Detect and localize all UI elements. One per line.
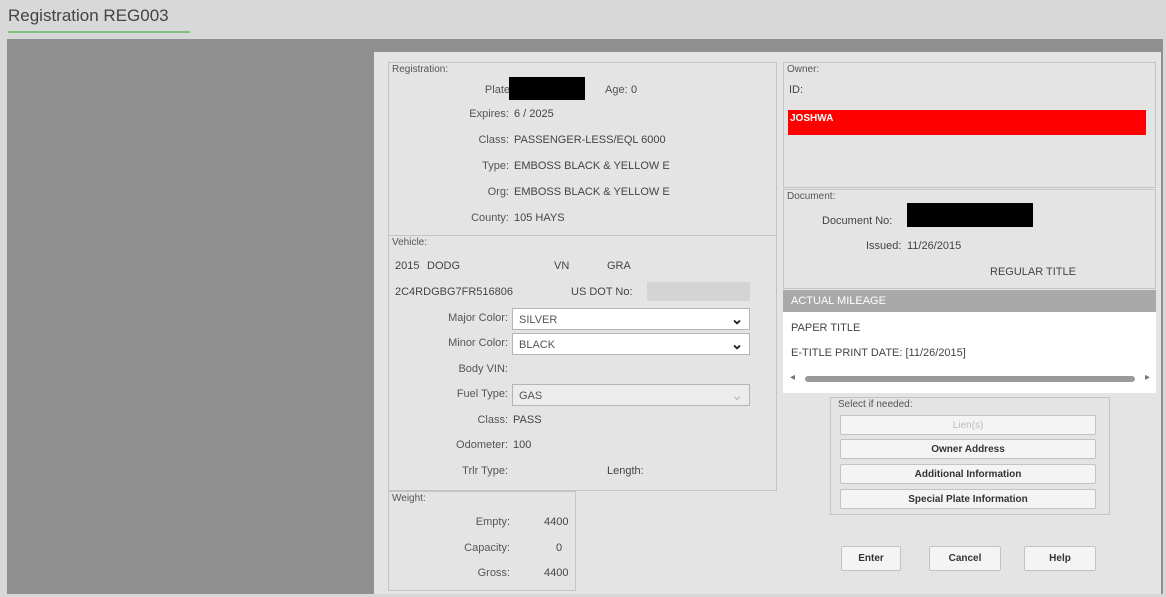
fuel-type-select: GAS ⌄	[512, 384, 750, 406]
additional-information-button[interactable]: Additional Information	[840, 464, 1096, 484]
scrollbar-thumb[interactable]	[805, 376, 1135, 382]
vehicle-group: Vehicle: 2015 DODG VN GRA 2C4RDGBG7FR516…	[388, 235, 777, 491]
vehicle-model: GRA	[607, 260, 631, 272]
expires-value: 6 / 2025	[514, 108, 554, 120]
chevron-down-icon[interactable]: ⌄	[725, 334, 749, 354]
issued-label: Issued:	[866, 240, 902, 252]
owner-group: Owner: ID: JOSHWA	[783, 62, 1156, 188]
org-label: Org:	[487, 186, 509, 198]
registration-legend: Registration:	[392, 64, 449, 75]
horizontal-scrollbar[interactable]: ◂ ▸	[783, 372, 1156, 386]
empty-label: Empty:	[475, 516, 510, 528]
owner-legend: Owner:	[787, 64, 820, 75]
type-value: EMBOSS BLACK & YELLOW E	[514, 160, 670, 172]
registration-dialog: Registration: Plate Age: 0 Expires: 6 / …	[374, 52, 1161, 594]
fuel-type-label: Fuel Type:	[456, 388, 508, 400]
title-underline	[8, 31, 190, 33]
capacity-label: Capacity:	[464, 542, 510, 554]
type-label: Type:	[482, 160, 509, 172]
remarks-list[interactable]: ACTUAL MILEAGE PAPER TITLE E-TITLE PRINT…	[783, 290, 1156, 393]
plate-value-redacted	[509, 77, 585, 100]
vehicle-year: 2015	[395, 260, 420, 272]
vehicle-make: DODG	[427, 260, 460, 272]
length-label: Length:	[607, 465, 644, 477]
document-no-redacted	[907, 203, 1033, 227]
chevron-down-icon[interactable]: ⌄	[725, 309, 749, 329]
chevron-down-icon: ⌄	[730, 387, 744, 404]
vehicle-class-label: Class:	[477, 414, 508, 426]
body-vin-label: Body VIN:	[458, 363, 508, 375]
registration-group: Registration: Plate Age: 0 Expires: 6 / …	[388, 62, 777, 240]
org-value: EMBOSS BLACK & YELLOW E	[514, 186, 670, 198]
special-plate-information-button[interactable]: Special Plate Information	[840, 489, 1096, 509]
list-item-selected[interactable]: ACTUAL MILEAGE	[783, 290, 1156, 312]
gross-value: 4400	[544, 567, 569, 579]
scroll-right-icon[interactable]: ▸	[1145, 372, 1150, 383]
issued-value: 11/26/2015	[907, 240, 962, 252]
list-item[interactable]: E-TITLE PRINT DATE: [11/26/2015]	[791, 347, 966, 359]
enter-button[interactable]: Enter	[841, 546, 901, 571]
gross-label: Gross:	[477, 567, 510, 579]
document-group: Document: Document No: Issued: 11/26/201…	[783, 189, 1156, 289]
vehicle-class-value: PASS	[513, 414, 542, 426]
title-type: REGULAR TITLE	[990, 266, 1076, 278]
age-label: Age:	[605, 84, 628, 96]
class-label: Class:	[478, 134, 509, 146]
odometer-label: Odometer:	[456, 439, 508, 451]
vehicle-vin: 2C4RDGBG7FR516806	[395, 286, 514, 298]
county-label: County:	[471, 212, 509, 224]
list-item[interactable]: PAPER TITLE	[791, 322, 860, 334]
major-color-label: Major Color:	[448, 312, 508, 324]
vn-label: VN	[554, 260, 570, 272]
weight-legend: Weight:	[392, 493, 426, 504]
age-value: 0	[631, 84, 638, 96]
owner-name: JOSHWA	[790, 113, 834, 124]
owner-address-button[interactable]: Owner Address	[840, 439, 1096, 459]
class-value: PASSENGER-LESS/EQL 6000	[514, 134, 666, 146]
trlr-type-label: Trlr Type:	[462, 465, 508, 477]
empty-value: 4400	[544, 516, 569, 528]
fuel-type-value: GAS	[519, 390, 543, 402]
plate-label: Plate	[484, 84, 510, 96]
select-if-needed-legend: Select if needed:	[838, 399, 913, 410]
minor-color-value: BLACK	[519, 339, 556, 351]
expires-label: Expires:	[469, 108, 509, 120]
owner-id-label: ID:	[789, 84, 804, 96]
vehicle-legend: Vehicle:	[392, 237, 428, 248]
county-value: 105 HAYS	[514, 212, 565, 224]
weight-group: Weight: Empty: 4400 Capacity: 0 Gross: 4…	[388, 491, 576, 591]
document-no-label: Document No:	[822, 215, 893, 227]
major-color-value: SILVER	[519, 314, 558, 326]
owner-name-highlight: JOSHWA	[788, 110, 1146, 135]
liens-button: Lien(s)	[840, 415, 1096, 435]
odometer-value: 100	[513, 439, 532, 451]
scroll-left-icon[interactable]: ◂	[790, 372, 795, 383]
app-title: Registration REG003	[8, 6, 169, 25]
minor-color-label: Minor Color:	[448, 337, 508, 349]
capacity-value: 0	[556, 542, 563, 554]
minor-color-select[interactable]: BLACK ⌄	[512, 333, 750, 355]
document-legend: Document:	[787, 191, 836, 202]
list-item: ACTUAL MILEAGE	[791, 295, 886, 307]
major-color-select[interactable]: SILVER ⌄	[512, 308, 750, 330]
select-if-needed-group: Select if needed: Lien(s) Owner Address …	[830, 397, 1110, 515]
usdot-label: US DOT No:	[571, 286, 633, 298]
usdot-field[interactable]	[647, 282, 750, 301]
cancel-button[interactable]: Cancel	[929, 546, 1001, 571]
help-button[interactable]: Help	[1024, 546, 1096, 571]
